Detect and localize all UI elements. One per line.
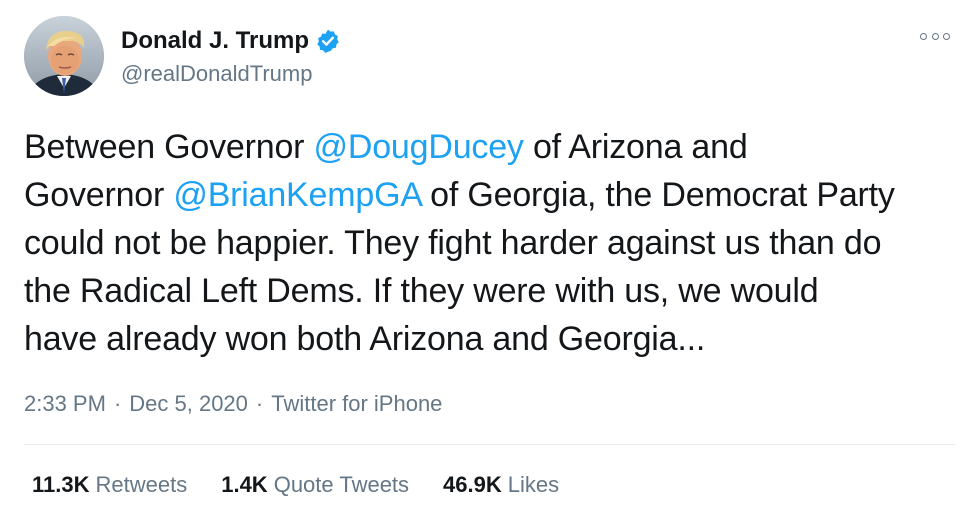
tweet-line: Governor @BrianKempGA of Georgia, the De… — [24, 171, 959, 219]
avatar-portrait-icon — [24, 16, 104, 96]
tweet-text-segment: of Arizona and — [523, 128, 748, 166]
meta-separator: · — [255, 391, 264, 416]
author-handle[interactable]: @realDonaldTrump — [121, 60, 312, 88]
author-name-row: Donald J. Trump — [121, 26, 341, 56]
tweet-metadata: 2:33 PM · Dec 5, 2020 · Twitter for iPho… — [24, 389, 442, 419]
retweets-label: Retweets — [95, 472, 188, 497]
tweet-card: Donald J. Trump @realDonaldTrump Between… — [0, 0, 980, 521]
avatar[interactable] — [24, 16, 104, 96]
meta-separator: · — [113, 391, 122, 416]
more-dot — [931, 32, 939, 40]
tweet-line: Between Governor @DougDucey of Arizona a… — [24, 123, 959, 171]
verified-badge-icon — [315, 28, 341, 54]
retweets-count: 11.3K — [32, 472, 90, 497]
tweet-text-segment: Between Governor — [24, 128, 314, 166]
tweet-text-segment: Governor — [24, 176, 174, 214]
likes-count: 46.9K — [443, 472, 502, 497]
tweet-date[interactable]: Dec 5, 2020 — [129, 389, 248, 419]
engagement-stats: 11.3K Retweets 1.4K Quote Tweets 46.9K Like… — [32, 470, 593, 500]
quote-tweets-count: 1.4K — [221, 472, 268, 497]
more-options-icon[interactable] — [920, 26, 950, 46]
more-dot — [943, 32, 950, 40]
likes-label: Likes — [507, 472, 560, 497]
tweet-time[interactable]: 2:33 PM — [24, 389, 106, 419]
tweet-line: could not be happier. They fight harder … — [24, 224, 882, 262]
divider — [24, 444, 956, 445]
mention-link-briankempga[interactable]: @BrianKempGA — [173, 176, 421, 214]
tweet-line: have already won both Arizona and Georgi… — [24, 320, 706, 358]
retweets-stat[interactable]: 11.3K Retweets — [32, 470, 187, 500]
quote-tweets-stat[interactable]: 1.4K Quote Tweets — [221, 470, 409, 500]
likes-stat[interactable]: 46.9K Likes — [443, 470, 559, 500]
tweet-line: the Radical Left Dems. If they were with… — [24, 272, 819, 310]
tweet-text-segment: of Georgia, the Democrat Party — [420, 176, 895, 214]
tweet-source-link[interactable]: Twitter for iPhone — [271, 389, 442, 419]
mention-link-dougducey[interactable]: @DougDucey — [314, 128, 524, 166]
tweet-text: Between Governor @DougDucey of Arizona a… — [24, 123, 959, 363]
author-display-name[interactable]: Donald J. Trump — [121, 26, 309, 56]
more-dot — [920, 32, 927, 40]
quote-tweets-label: Quote Tweets — [273, 472, 410, 497]
